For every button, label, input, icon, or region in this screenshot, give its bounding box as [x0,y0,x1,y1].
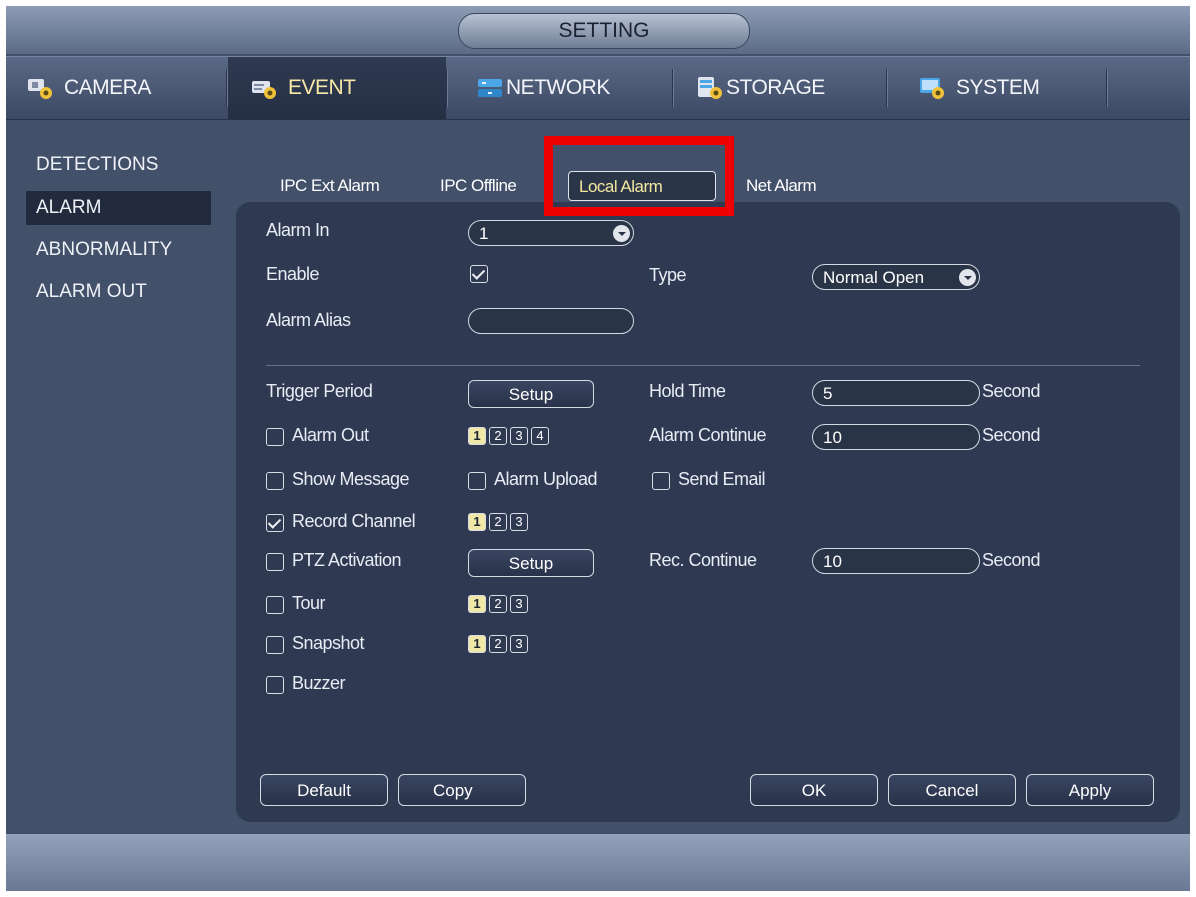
trigger-period-setup-button[interactable]: Setup [468,380,594,408]
tour-channel-1[interactable]: 1 [468,595,486,613]
nav-separator [886,69,887,107]
window-title: SETTING [458,13,750,49]
alarm-in-select[interactable]: 1 [468,220,634,246]
nav-separator [446,69,447,107]
menu-abnormality[interactable]: ABNORMALITY [26,233,211,267]
send-email-label: Send Email [678,469,766,489]
alarm-out-channel-1[interactable]: 1 [468,427,486,445]
chevron-down-icon [959,269,976,286]
trigger-period-label: Trigger Period [266,381,373,401]
tab-network[interactable]: NETWORK [476,57,666,119]
copy-button[interactable]: Copy [398,774,526,806]
record-channel-checkbox[interactable] [266,514,284,532]
tour-channel-3[interactable]: 3 [510,595,528,613]
tab-camera[interactable]: CAMERA [26,57,216,119]
hold-time-unit: Second [982,381,1041,401]
ptz-activation-checkbox[interactable] [266,553,284,571]
rec-continue-unit: Second [982,550,1041,570]
settings-window: SETTING CAMERA EVENT NETWORK STORAGE SYS… [6,6,1190,891]
tour-channels: 1 2 3 [468,595,528,613]
snapshot-channel-3[interactable]: 3 [510,635,528,653]
alarm-alias-input[interactable] [468,308,634,334]
alarm-in-value: 1 [479,224,489,243]
nav-separator [226,69,227,107]
tour-channel-2[interactable]: 2 [489,595,507,613]
tab-storage-label: STORAGE [726,76,825,99]
section-divider [266,365,1140,366]
subtab-net-alarm[interactable]: Net Alarm [746,171,817,201]
snapshot-channels: 1 2 3 [468,635,528,653]
chevron-down-icon [613,225,630,242]
alarm-out-channels: 1 2 3 4 [468,427,549,445]
enable-checkbox[interactable] [470,265,488,283]
alarm-out-channel-2[interactable]: 2 [489,427,507,445]
hold-time-input[interactable]: 5 [812,380,980,406]
camera-gear-icon [26,75,54,101]
hold-time-label: Hold Time [649,381,726,401]
alarm-alias-label: Alarm Alias [266,310,351,330]
alarm-continue-label: Alarm Continue [649,425,767,445]
show-message-label: Show Message [292,469,410,489]
type-select[interactable]: Normal Open [812,264,980,290]
alarm-upload-checkbox[interactable] [468,472,486,490]
tab-event[interactable]: EVENT [228,57,446,119]
alarm-in-label: Alarm In [266,220,330,240]
rec-continue-input[interactable]: 10 [812,548,980,574]
title-bar: SETTING [6,6,1190,54]
buzzer-label: Buzzer [292,673,346,693]
tab-event-label: EVENT [288,76,356,99]
menu-alarm-out[interactable]: ALARM OUT [26,275,211,309]
snapshot-label: Snapshot [292,633,365,653]
enable-label: Enable [266,264,320,284]
type-label: Type [649,265,687,285]
alarm-out-checkbox[interactable] [266,428,284,446]
alarm-out-label: Alarm Out [292,425,369,445]
subtab-ipc-offline[interactable]: IPC Offline [440,171,517,201]
ok-button[interactable]: OK [750,774,878,806]
menu-alarm[interactable]: ALARM [26,191,211,225]
tab-network-label: NETWORK [506,76,610,99]
tab-camera-label: CAMERA [64,76,151,99]
cancel-button[interactable]: Cancel [888,774,1016,806]
system-gear-icon [918,75,946,101]
ptz-activation-label: PTZ Activation [292,550,402,570]
nav-separator [1106,69,1107,107]
menu-detections[interactable]: DETECTIONS [26,148,211,182]
nav-separator [672,69,673,107]
event-gear-icon [250,75,278,101]
status-bar [6,834,1190,891]
record-channel-channels: 1 2 3 [468,513,528,531]
tab-storage[interactable]: STORAGE [696,57,886,119]
record-channel-2[interactable]: 2 [489,513,507,531]
default-button[interactable]: Default [260,774,388,806]
alarm-continue-input[interactable]: 10 [812,424,980,450]
buzzer-checkbox[interactable] [266,676,284,694]
record-channel-label: Record Channel [292,511,416,531]
tour-label: Tour [292,593,326,613]
alarm-out-channel-3[interactable]: 3 [510,427,528,445]
alarm-upload-label: Alarm Upload [494,469,598,489]
tab-system[interactable]: SYSTEM [918,57,1108,119]
snapshot-channel-2[interactable]: 2 [489,635,507,653]
ptz-setup-button[interactable]: Setup [468,549,594,577]
snapshot-channel-1[interactable]: 1 [468,635,486,653]
record-channel-1[interactable]: 1 [468,513,486,531]
alarm-continue-unit: Second [982,425,1041,445]
apply-button[interactable]: Apply [1026,774,1154,806]
storage-gear-icon [696,75,724,101]
snapshot-checkbox[interactable] [266,636,284,654]
tab-system-label: SYSTEM [956,76,1040,99]
send-email-checkbox[interactable] [652,472,670,490]
record-channel-3[interactable]: 3 [510,513,528,531]
alarm-out-channel-4[interactable]: 4 [531,427,549,445]
show-message-checkbox[interactable] [266,472,284,490]
top-nav: CAMERA EVENT NETWORK STORAGE SYSTEM [6,56,1190,120]
subtab-ipc-ext-alarm[interactable]: IPC Ext Alarm [280,171,380,201]
tour-checkbox[interactable] [266,596,284,614]
network-icon [476,75,504,101]
type-value: Normal Open [823,268,925,287]
rec-continue-label: Rec. Continue [649,550,757,570]
subtab-local-alarm[interactable]: Local Alarm [568,171,716,201]
